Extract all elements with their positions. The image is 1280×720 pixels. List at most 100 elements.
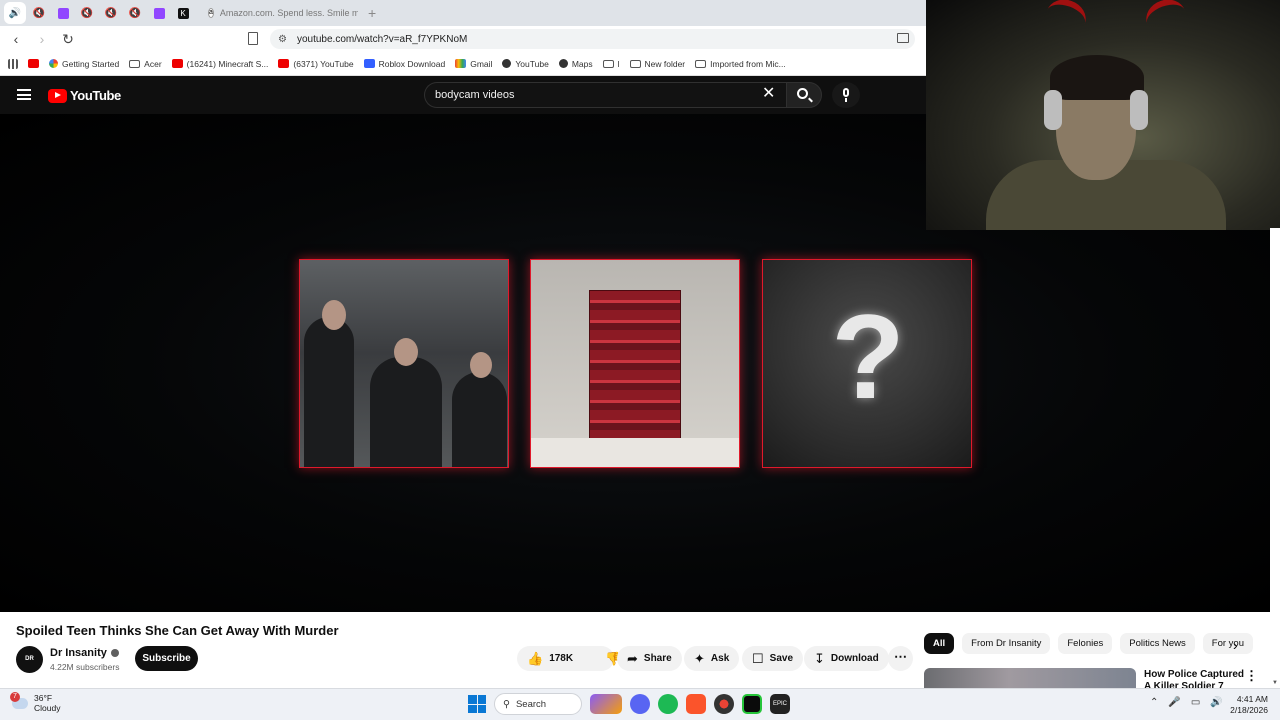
scroll-down-icon[interactable]: ▼: [1272, 680, 1278, 686]
muted-icon: 🔇: [128, 7, 142, 19]
tab-muted-3[interactable]: 🔇: [100, 2, 122, 24]
bookmark-item[interactable]: New folder: [629, 58, 686, 69]
tab-muted-2[interactable]: 🔇: [76, 2, 98, 24]
video-panel-bodycam: [299, 259, 509, 468]
tab-muted-1[interactable]: 🔇: [28, 2, 50, 24]
taskbar-search[interactable]: ⚲ Search: [494, 693, 582, 715]
recommendation-thumbnail[interactable]: [924, 668, 1136, 690]
discord-icon[interactable]: [630, 694, 650, 714]
bookmark-item[interactable]: Imported from Mic...: [695, 59, 786, 69]
youtube-logo[interactable]: YouTube: [48, 88, 121, 103]
reload-button[interactable]: ↻: [58, 29, 78, 49]
cast-icon[interactable]: [897, 33, 909, 43]
headphones: [1044, 90, 1062, 130]
more-actions-button[interactable]: ⋯: [888, 646, 913, 671]
clock-time: 4:41 AM: [1236, 694, 1268, 704]
channel-name-row[interactable]: Dr Insanity: [50, 647, 119, 659]
bookmark-item[interactable]: [28, 59, 39, 68]
weather-temp: 36°F: [34, 693, 53, 703]
question-mark: ?: [831, 290, 905, 424]
video-info: Spoiled Teen Thinks She Can Get Away Wit…: [0, 612, 1270, 692]
tab-twitch-1[interactable]: [52, 2, 74, 24]
bookmark-item[interactable]: (6371) YouTube: [278, 59, 354, 69]
bookmark-item[interactable]: Maps: [558, 58, 593, 69]
folder-icon: [129, 59, 141, 68]
youtube-logo-text: YouTube: [70, 88, 121, 103]
chip-for-you[interactable]: For you: [1202, 633, 1253, 654]
voice-search-button[interactable]: [832, 82, 860, 108]
muted-icon: 🔇: [32, 7, 46, 19]
site-info-icon[interactable]: ⚙: [278, 34, 287, 45]
bookmark-label: Roblox Download: [378, 58, 446, 69]
video-title: Spoiled Teen Thinks She Can Get Away Wit…: [16, 623, 339, 638]
bookmarks-bar: Getting Started Acer (16241) Minecraft S…: [0, 52, 926, 76]
address-bar[interactable]: ⚙ youtube.com/watch?v=aR_f7YPKNoM: [270, 29, 915, 49]
chip-felonies[interactable]: Felonies: [1058, 633, 1113, 654]
bookmark-label: Acer: [144, 58, 162, 69]
avatar[interactable]: DR INSANITY: [16, 646, 44, 689]
bookmark-label: New folder: [644, 58, 686, 69]
save-button[interactable]: ☐ Save: [742, 646, 804, 671]
display-icon[interactable]: ▭: [1191, 697, 1200, 708]
spotify-icon[interactable]: [658, 694, 678, 714]
brave-icon[interactable]: [686, 694, 706, 714]
search-input[interactable]: [435, 89, 735, 101]
bookmark-item[interactable]: l: [602, 59, 620, 69]
apps-button[interactable]: [8, 58, 18, 69]
volume-icon[interactable]: 🔊: [1210, 697, 1222, 708]
widgets-icon[interactable]: [590, 694, 622, 714]
bookmark-item[interactable]: Roblox Download: [363, 58, 446, 69]
tab-muted-4[interactable]: 🔇: [124, 2, 146, 24]
search-icon: ⚲: [503, 698, 510, 710]
subscriber-count: 4.22M subscribers: [50, 662, 120, 672]
weather-widget[interactable]: 7 36°F Cloudy: [10, 691, 60, 713]
channel-name[interactable]: Dr Insanity: [50, 647, 107, 659]
forward-button[interactable]: ›: [32, 29, 52, 49]
muted-icon: 🔇: [104, 7, 118, 19]
recommendation-menu-icon[interactable]: ⋮: [1245, 668, 1258, 684]
menu-icon[interactable]: [17, 89, 31, 100]
bookmark-label: Maps: [571, 58, 593, 69]
bookmark-label: Getting Started: [62, 58, 120, 69]
share-label: Share: [643, 653, 672, 664]
streaming-app-icon[interactable]: [742, 694, 762, 714]
page-scrollbar[interactable]: ▼: [1270, 228, 1280, 688]
epic-games-icon[interactable]: EPIC: [770, 694, 790, 714]
kick-icon: K: [177, 7, 189, 19]
apps-icon: [8, 58, 18, 69]
bookmark-item[interactable]: Getting Started: [49, 59, 119, 69]
bookmark-item[interactable]: Gmail: [455, 59, 492, 69]
bookmark-item[interactable]: Acer: [129, 58, 162, 69]
download-label: Download: [830, 653, 879, 664]
share-button[interactable]: ➦ Share: [617, 646, 682, 671]
search-button[interactable]: [786, 82, 822, 108]
tab-twitch-2[interactable]: [148, 2, 170, 24]
subscribe-button[interactable]: Subscribe: [135, 646, 198, 671]
like-dislike-group: 👍 178K 👎: [517, 646, 621, 671]
back-button[interactable]: ‹: [6, 29, 26, 49]
like-button[interactable]: 👍 178K: [517, 646, 583, 671]
bookmark-icon[interactable]: [248, 32, 258, 45]
tab-kick[interactable]: K: [172, 2, 194, 24]
bookmark-item[interactable]: (16241) Minecraft S...: [171, 59, 268, 69]
chevron-right-icon[interactable]: ›: [1233, 637, 1238, 653]
ask-button[interactable]: ✦ Ask: [684, 646, 740, 671]
chip-all[interactable]: All: [924, 633, 955, 654]
clear-search-icon[interactable]: ✕: [762, 86, 775, 102]
windows-start-icon[interactable]: [468, 695, 486, 713]
tray-overflow-icon[interactable]: ⌃: [1150, 697, 1158, 708]
chrome-icon[interactable]: [714, 694, 734, 714]
chip-from-channel[interactable]: From Dr Insanity: [962, 633, 1051, 654]
chip-politics-news[interactable]: Politics News: [1120, 633, 1195, 654]
tab-speaker[interactable]: 🔊: [4, 2, 26, 24]
bookmark-item[interactable]: YouTube: [502, 59, 549, 69]
microphone-icon[interactable]: 🎤: [1168, 697, 1180, 708]
recommendation-chips: All From Dr Insanity Felonies Politics N…: [924, 633, 1253, 654]
new-tab-button[interactable]: +: [368, 5, 376, 21]
download-button[interactable]: ↧ Download: [804, 646, 889, 671]
clock[interactable]: 4:41 AM 2/18/2026: [1228, 694, 1268, 716]
tab-amazon-title: Amazon.com. Spend less. Smile more.: [219, 8, 358, 18]
share-icon: ➦: [627, 650, 638, 666]
folder-icon: [602, 59, 614, 68]
tab-amazon[interactable]: a Amazon.com. Spend less. Smile more.: [200, 2, 358, 24]
